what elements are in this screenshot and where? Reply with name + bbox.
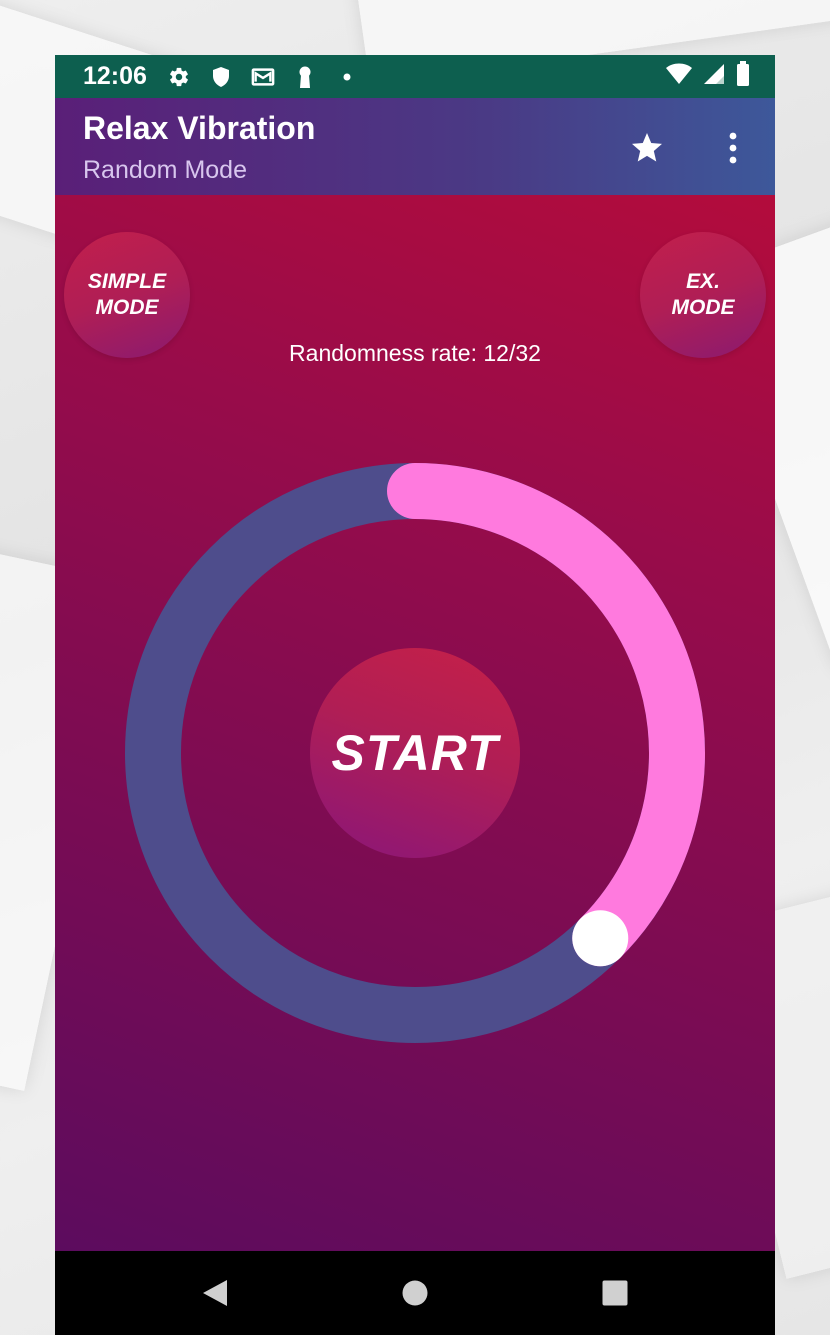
app-title: Relax Vibration bbox=[83, 110, 316, 146]
app-subtitle: Random Mode bbox=[83, 156, 247, 184]
more-vert-icon bbox=[729, 132, 737, 164]
signal-icon bbox=[703, 63, 725, 90]
home-button[interactable] bbox=[397, 1275, 433, 1311]
home-icon bbox=[402, 1280, 428, 1306]
shield-icon bbox=[209, 65, 233, 89]
recents-icon bbox=[602, 1280, 628, 1306]
status-time: 12:06 bbox=[83, 62, 147, 90]
start-button[interactable]: START bbox=[310, 648, 520, 858]
main-content: SIMPLE MODE EX. MODE Randomness rate: 12… bbox=[55, 195, 775, 1251]
status-bar: 12:06 bbox=[55, 55, 775, 98]
recents-button[interactable] bbox=[597, 1275, 633, 1311]
navigation-bar bbox=[55, 1251, 775, 1335]
system-status-icons bbox=[665, 61, 751, 92]
favorite-button[interactable] bbox=[627, 128, 667, 168]
more-options-button[interactable] bbox=[713, 128, 753, 168]
dot-icon bbox=[335, 65, 359, 89]
wifi-icon bbox=[665, 63, 693, 90]
star-icon bbox=[632, 133, 662, 162]
phone-screen: 12:06 Relax Vibration Random Mode SIMPLE… bbox=[55, 55, 775, 1335]
battery-icon bbox=[735, 61, 751, 92]
dial-knob[interactable] bbox=[572, 910, 629, 967]
back-icon bbox=[203, 1280, 227, 1306]
app-bar: Relax Vibration Random Mode bbox=[55, 98, 775, 195]
gear-icon bbox=[167, 65, 191, 89]
keyhole-icon bbox=[293, 65, 317, 89]
mail-icon bbox=[251, 65, 275, 89]
notification-icons bbox=[167, 65, 359, 89]
back-button[interactable] bbox=[197, 1275, 233, 1311]
